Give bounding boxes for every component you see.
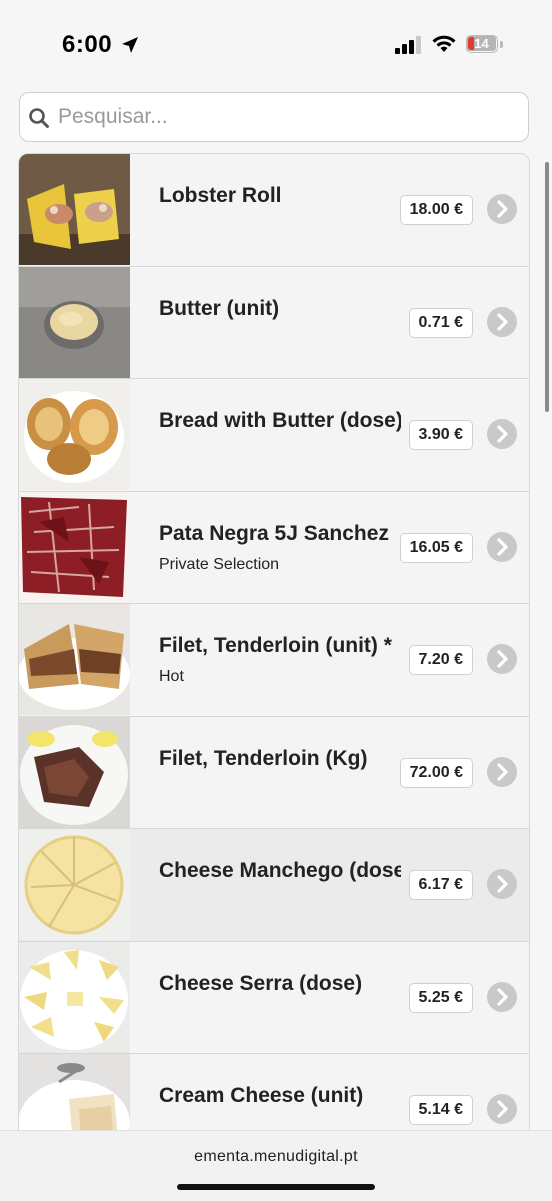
item-name: Pata Negra 5J Sanchez bbox=[159, 521, 389, 545]
item-name: Cheese Serra (dose) bbox=[159, 971, 363, 995]
chevron-right-icon[interactable] bbox=[487, 1094, 517, 1124]
menu-item-cheese-manchego[interactable]: Cheese Manchego (dose) 6.17 € bbox=[19, 829, 529, 942]
item-thumbnail bbox=[19, 154, 130, 265]
menu-item-filet-tenderloin-unit[interactable]: Filet, Tenderloin (unit) * Hot 7.20 € bbox=[19, 604, 529, 717]
chevron-right-icon[interactable] bbox=[487, 869, 517, 899]
battery-icon: 14 bbox=[466, 35, 498, 53]
item-subtitle: Hot bbox=[159, 668, 184, 685]
status-bar: 6:00 14 bbox=[0, 0, 552, 86]
item-name: Butter (unit) bbox=[159, 296, 280, 320]
item-thumbnail bbox=[19, 379, 130, 490]
menu-item-pata-negra[interactable]: Pata Negra 5J Sanchez Private Selection … bbox=[19, 491, 529, 604]
item-price: 16.05 € bbox=[399, 532, 473, 563]
item-price: 3.90 € bbox=[408, 420, 473, 450]
chevron-right-icon[interactable] bbox=[487, 756, 517, 787]
home-indicator[interactable] bbox=[177, 1184, 375, 1190]
item-price: 0.71 € bbox=[408, 307, 473, 338]
item-price: 7.20 € bbox=[408, 645, 473, 675]
wifi-icon bbox=[432, 34, 456, 59]
chevron-right-icon[interactable] bbox=[487, 644, 517, 674]
item-name: Lobster Roll bbox=[159, 184, 282, 207]
item-thumbnail bbox=[19, 716, 130, 828]
item-price: 6.17 € bbox=[408, 870, 473, 900]
item-thumbnail bbox=[19, 604, 130, 715]
battery-nub bbox=[500, 41, 503, 48]
chevron-right-icon[interactable] bbox=[487, 306, 517, 337]
item-price: 5.14 € bbox=[408, 1095, 473, 1125]
item-thumbnail bbox=[19, 491, 130, 603]
item-name: Cheese Manchego (dose) bbox=[159, 859, 401, 882]
menu-item-lobster-roll[interactable]: Lobster Roll 18.00 € bbox=[19, 154, 529, 267]
menu-list: Lobster Roll 18.00 € Butter (unit) 0.71 … bbox=[18, 153, 530, 1143]
menu-item-butter[interactable]: Butter (unit) 0.71 € bbox=[19, 266, 529, 379]
menu-item-bread-with-butter[interactable]: Bread with Butter (dose) 3.90 € bbox=[19, 379, 529, 492]
chevron-right-icon[interactable] bbox=[487, 981, 517, 1012]
item-price: 18.00 € bbox=[399, 195, 473, 225]
item-name: Bread with Butter (dose) bbox=[159, 409, 401, 432]
item-thumbnail bbox=[19, 941, 130, 1053]
item-name: Filet, Tenderloin (Kg) bbox=[159, 746, 368, 770]
battery-fill bbox=[468, 37, 474, 50]
item-price: 72.00 € bbox=[399, 757, 473, 788]
search-input[interactable] bbox=[58, 93, 518, 140]
location-arrow-icon bbox=[120, 35, 140, 60]
search-icon bbox=[28, 107, 50, 134]
item-thumbnail bbox=[19, 829, 130, 940]
item-name: Filet, Tenderloin (unit) * bbox=[159, 634, 392, 657]
cellular-signal-icon bbox=[395, 36, 423, 59]
item-subtitle: Private Selection bbox=[159, 555, 280, 573]
chevron-right-icon[interactable] bbox=[487, 531, 517, 562]
chevron-right-icon[interactable] bbox=[487, 194, 517, 224]
url-label[interactable]: ementa.menudigital.pt bbox=[0, 1148, 552, 1166]
menu-item-filet-tenderloin-kg[interactable]: Filet, Tenderloin (Kg) 72.00 € bbox=[19, 716, 529, 829]
browser-bottom-bar: ementa.menudigital.pt bbox=[0, 1130, 552, 1201]
chevron-right-icon[interactable] bbox=[487, 419, 517, 449]
search-bar[interactable] bbox=[19, 92, 529, 142]
status-time: 6:00 bbox=[62, 31, 113, 58]
item-price: 5.25 € bbox=[408, 982, 473, 1013]
item-name: Cream Cheese (unit) bbox=[159, 1084, 364, 1107]
menu-item-cheese-serra[interactable]: Cheese Serra (dose) 5.25 € bbox=[19, 941, 529, 1054]
scrollbar[interactable] bbox=[545, 162, 549, 412]
item-thumbnail bbox=[19, 266, 130, 378]
